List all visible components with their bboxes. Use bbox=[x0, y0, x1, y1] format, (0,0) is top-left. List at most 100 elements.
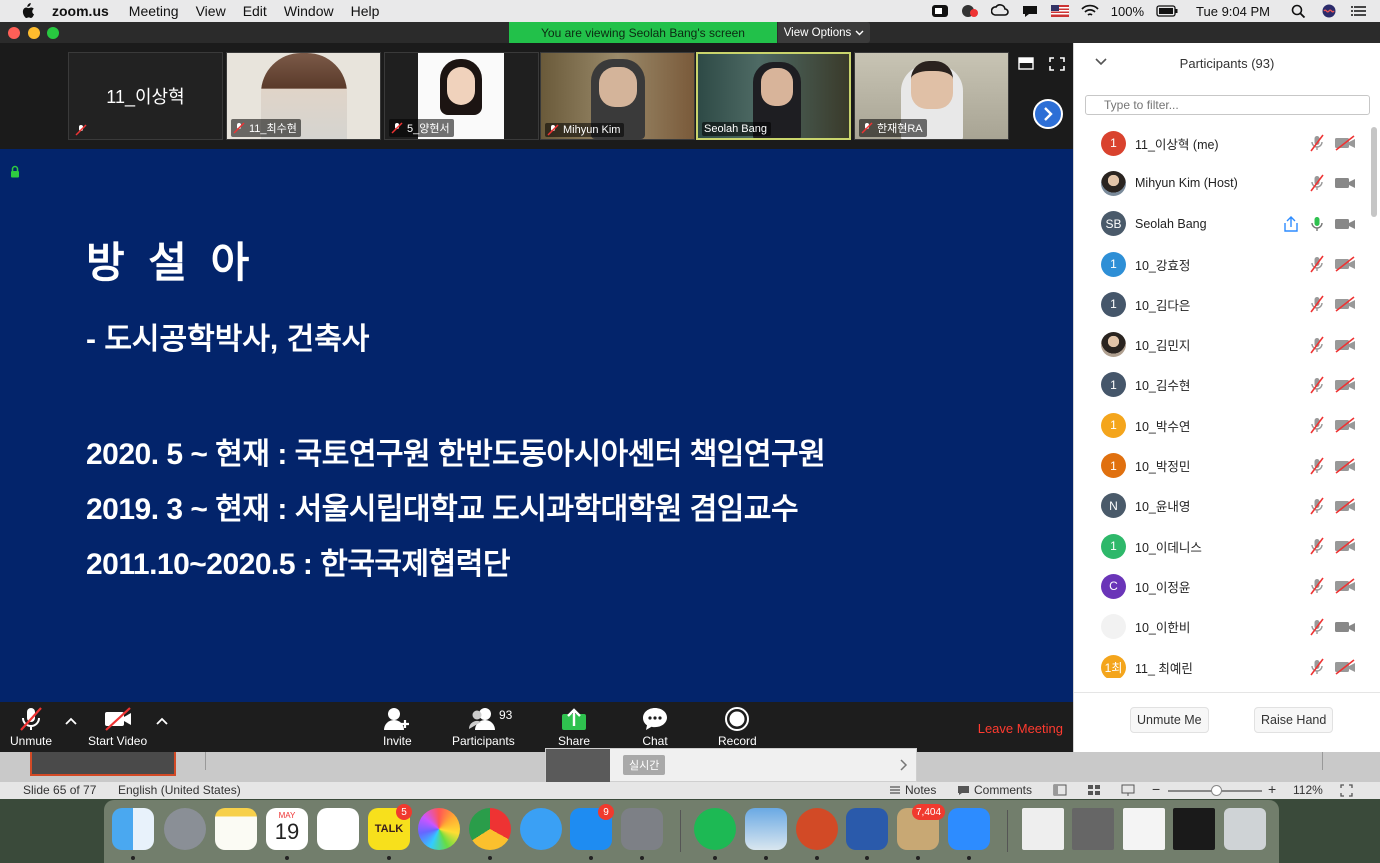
video-tile[interactable]: 11_최수현 bbox=[226, 52, 381, 140]
menu-meeting[interactable]: Meeting bbox=[129, 3, 179, 19]
unmute-me-button[interactable]: Unmute Me bbox=[1130, 707, 1209, 733]
fullscreen-icon[interactable] bbox=[1049, 57, 1065, 71]
powerpoint-icon[interactable] bbox=[796, 808, 838, 850]
fit-to-window-icon[interactable] bbox=[1340, 784, 1353, 797]
menubar-clock[interactable]: Tue 9:04 PM bbox=[1196, 4, 1270, 19]
participant-list-scrollbar[interactable] bbox=[1371, 127, 1377, 217]
zoom-in-icon[interactable]: + bbox=[1268, 781, 1276, 797]
battery-icon[interactable] bbox=[1156, 4, 1178, 18]
image-thumbnail[interactable] bbox=[1072, 808, 1114, 850]
video-tile[interactable]: 11_이상혁 bbox=[68, 52, 223, 140]
record-button[interactable]: Record bbox=[718, 706, 757, 748]
photos-icon[interactable] bbox=[418, 808, 460, 850]
slide-line: 2011.10~2020.5 : 한국국제협력단 bbox=[86, 548, 510, 581]
system-preferences-icon[interactable] bbox=[621, 808, 663, 850]
creative-cloud-icon[interactable] bbox=[990, 4, 1009, 18]
chat-button[interactable]: Chat bbox=[641, 706, 669, 748]
participant-name: 10_김수현 bbox=[1135, 379, 1191, 394]
participant-row[interactable]: Mihyun Kim (Host) bbox=[1074, 163, 1370, 203]
participant-filter-input[interactable] bbox=[1085, 95, 1370, 115]
share-screen-button[interactable]: Share bbox=[558, 706, 590, 748]
participant-row[interactable]: 1 10_강효정 bbox=[1074, 244, 1370, 284]
notes-app-icon[interactable] bbox=[215, 808, 257, 850]
participant-row[interactable]: 10_김민지 bbox=[1074, 324, 1370, 364]
siri-icon[interactable] bbox=[1320, 4, 1338, 18]
comments-button[interactable]: Comments bbox=[974, 783, 1032, 797]
camera-status-icon[interactable] bbox=[961, 4, 979, 18]
video-on-icon bbox=[1334, 619, 1356, 635]
notification-icon[interactable] bbox=[1021, 4, 1039, 18]
unmute-button[interactable]: Unmute bbox=[10, 706, 52, 748]
participant-row[interactable]: 1 10_김다은 bbox=[1074, 284, 1370, 324]
word-icon[interactable] bbox=[846, 808, 888, 850]
leave-meeting-button[interactable]: Leave Meeting bbox=[978, 721, 1063, 736]
control-center-icon[interactable] bbox=[1350, 4, 1368, 18]
participant-row[interactable]: 1 10_김수현 bbox=[1074, 365, 1370, 405]
zoom-window-button[interactable] bbox=[47, 27, 59, 39]
notes-button[interactable]: Notes bbox=[905, 783, 936, 797]
wifi-icon[interactable] bbox=[1081, 4, 1099, 18]
slide-thumbnail[interactable] bbox=[30, 752, 176, 776]
trash-icon[interactable] bbox=[1224, 808, 1266, 850]
slide-sorter-icon[interactable] bbox=[1087, 784, 1101, 796]
minimize-strip-icon[interactable] bbox=[1018, 57, 1034, 71]
window-titlebar[interactable]: You are viewing Seolah Bang's screen Vie… bbox=[0, 22, 1380, 43]
participant-row[interactable]: N 10_윤내영 bbox=[1074, 486, 1370, 526]
audio-options-caret-icon[interactable] bbox=[64, 716, 78, 726]
participant-row[interactable]: 1 10_박수연 bbox=[1074, 405, 1370, 445]
normal-view-icon[interactable] bbox=[1053, 784, 1067, 796]
chevron-right-icon[interactable] bbox=[900, 759, 908, 771]
zoom-level[interactable]: 112% bbox=[1293, 783, 1323, 797]
menu-view[interactable]: View bbox=[196, 3, 226, 19]
preview-icon[interactable] bbox=[745, 808, 787, 850]
participant-row[interactable]: 1최 11_ 최예린 bbox=[1074, 647, 1370, 678]
participant-row[interactable]: 10_이한비 bbox=[1074, 607, 1370, 647]
participant-row[interactable]: SB Seolah Bang bbox=[1074, 204, 1370, 244]
word-doc-thumbnail[interactable] bbox=[1123, 808, 1165, 850]
video-tile[interactable]: 한재현RA bbox=[854, 52, 1009, 140]
video-tile[interactable]: 5_양현서 bbox=[384, 52, 539, 140]
spotify-icon[interactable] bbox=[694, 808, 736, 850]
presentation-thumbnail[interactable] bbox=[1173, 808, 1215, 850]
minimize-window-button[interactable] bbox=[28, 27, 40, 39]
live-chat-popup[interactable]: 실시간 bbox=[545, 748, 917, 783]
encryption-lock-icon[interactable] bbox=[10, 165, 20, 178]
participant-row[interactable]: 1 11_이상혁 (me) bbox=[1074, 123, 1370, 163]
language-indicator[interactable]: English (United States) bbox=[118, 783, 241, 797]
presenter-view-icon[interactable] bbox=[1121, 784, 1135, 796]
video-options-caret-icon[interactable] bbox=[155, 716, 169, 726]
menu-app-name[interactable]: zoom.us bbox=[52, 3, 109, 19]
video-tile-active-speaker[interactable]: Seolah Bang bbox=[696, 52, 851, 140]
us-flag-icon[interactable] bbox=[1050, 4, 1069, 18]
spotlight-search-icon[interactable] bbox=[1290, 4, 1308, 18]
participant-row[interactable]: C 10_이정윤 bbox=[1074, 566, 1370, 606]
messages-icon[interactable] bbox=[520, 808, 562, 850]
participant-name: 10_이한비 bbox=[1135, 621, 1191, 636]
raise-hand-button[interactable]: Raise Hand bbox=[1254, 707, 1334, 733]
chrome-icon[interactable] bbox=[469, 808, 511, 850]
zoom-slider-thumb[interactable] bbox=[1211, 785, 1222, 796]
zoom-app-icon[interactable] bbox=[948, 808, 990, 850]
shared-screen[interactable]: 방 설 아 - 도시공학박사, 건축사 2020. 5 ~ 현재 : 국토연구원… bbox=[0, 149, 1073, 702]
apple-icon[interactable] bbox=[18, 3, 36, 19]
zoom-status-icon[interactable] bbox=[931, 4, 949, 18]
participant-row[interactable]: 1 10_이데니스 bbox=[1074, 526, 1370, 566]
menu-edit[interactable]: Edit bbox=[243, 3, 267, 19]
document-thumbnail[interactable] bbox=[1022, 808, 1064, 850]
invite-button[interactable]: Invite bbox=[383, 706, 412, 748]
reminders-icon[interactable] bbox=[317, 808, 359, 850]
avatar: N bbox=[1101, 493, 1126, 519]
finder-icon[interactable] bbox=[112, 808, 154, 850]
start-video-button[interactable]: Start Video bbox=[88, 706, 147, 748]
next-page-button[interactable] bbox=[1033, 99, 1063, 129]
close-window-button[interactable] bbox=[8, 27, 20, 39]
launchpad-icon[interactable] bbox=[164, 808, 206, 850]
zoom-out-icon[interactable]: − bbox=[1152, 781, 1160, 797]
calendar-icon[interactable]: MAY 19 bbox=[266, 808, 308, 850]
participant-row[interactable]: 1 10_박정민 bbox=[1074, 445, 1370, 485]
video-tile[interactable]: Mihyun Kim bbox=[540, 52, 695, 140]
menu-window[interactable]: Window bbox=[284, 3, 334, 19]
participant-list: 1 11_이상혁 (me) Mihyun Kim (Host) SB Seolah Ba… bbox=[1074, 123, 1370, 678]
view-options-button[interactable]: View Options bbox=[778, 22, 870, 43]
menu-help[interactable]: Help bbox=[351, 3, 380, 19]
